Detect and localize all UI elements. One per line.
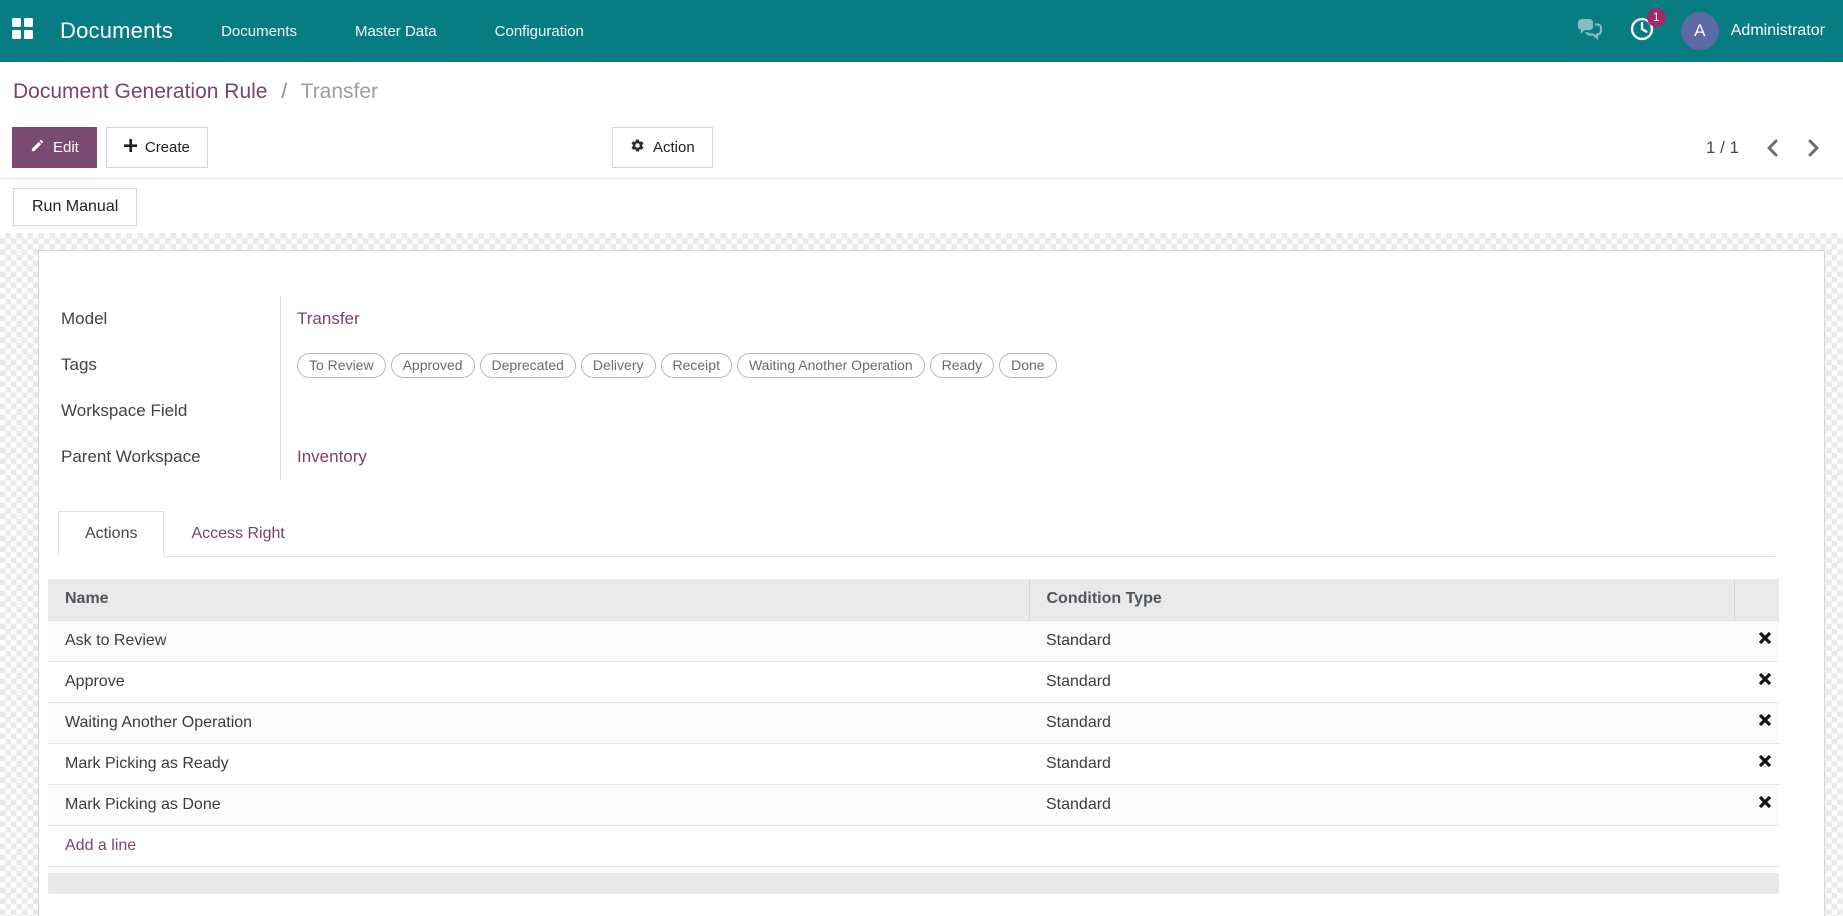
- status-button-bar: Run Manual: [0, 179, 1843, 233]
- field-values-column: Transfer To Review Approved Deprecated D…: [280, 296, 1824, 480]
- form-buttons: Edit Create: [12, 127, 208, 168]
- column-header-delete: [1733, 579, 1779, 620]
- activity-count-badge: 1: [1646, 7, 1666, 27]
- field-labels-column: Model Tags Workspace Field Parent Worksp…: [61, 296, 280, 480]
- add-a-line-link[interactable]: Add a line: [65, 837, 136, 854]
- delete-row-icon[interactable]: [1758, 795, 1772, 809]
- breadcrumb: Document Generation Rule / Transfer: [13, 80, 378, 104]
- cell-condition-type: Standard: [1029, 619, 1734, 661]
- tag-chip: Done: [999, 352, 1057, 378]
- field-value-parent-workspace-link[interactable]: Inventory: [297, 447, 367, 467]
- tab-actions[interactable]: Actions: [58, 511, 165, 557]
- action-menu-button[interactable]: Action: [612, 127, 713, 168]
- plus-icon: [123, 139, 137, 156]
- edit-button-label: Edit: [53, 139, 79, 156]
- run-manual-button[interactable]: Run Manual: [13, 188, 138, 226]
- horizontal-scrollbar[interactable]: [48, 872, 1779, 894]
- cell-name: Approve: [48, 660, 1029, 702]
- navbar-systray: 1 A Administrator: [1577, 7, 1843, 50]
- tag-chip: Delivery: [580, 352, 656, 378]
- cell-condition-type: Standard: [1029, 701, 1734, 743]
- field-label-tags: Tags: [61, 355, 97, 374]
- user-menu[interactable]: A Administrator: [1680, 12, 1825, 50]
- breadcrumb-parent-link[interactable]: Document Generation Rule: [13, 80, 267, 103]
- create-button[interactable]: Create: [105, 127, 208, 168]
- navbar-menu: Documents Master Data Configuration: [221, 23, 584, 40]
- app-name[interactable]: Documents: [60, 18, 173, 44]
- menu-item-master-data[interactable]: Master Data: [355, 23, 437, 40]
- menu-item-documents[interactable]: Documents: [221, 23, 297, 40]
- cell-name: Mark Picking as Done: [48, 783, 1029, 825]
- cell-condition-type: Standard: [1029, 742, 1734, 784]
- form-field-group: Model Tags Workspace Field Parent Worksp…: [61, 296, 1824, 480]
- tab-access-right[interactable]: Access Right: [164, 511, 311, 557]
- form-sheet: Model Tags Workspace Field Parent Worksp…: [38, 250, 1825, 916]
- table-row[interactable]: Waiting Another Operation Standard: [48, 701, 1779, 743]
- user-name: Administrator: [1730, 22, 1825, 39]
- tags-field: To Review Approved Deprecated Delivery R…: [297, 352, 1057, 378]
- apps-grid-icon: [12, 17, 34, 45]
- create-button-label: Create: [144, 139, 190, 156]
- messages-button[interactable]: [1577, 18, 1603, 45]
- tag-chip: Receipt: [660, 352, 732, 378]
- activities-button[interactable]: 1: [1629, 7, 1666, 47]
- table-row[interactable]: Mark Picking as Ready Standard: [48, 742, 1779, 784]
- column-header-name[interactable]: Name: [48, 579, 1029, 620]
- breadcrumb-current: Transfer: [300, 80, 379, 103]
- tag-chip: To Review: [297, 352, 386, 378]
- form-view-background: Model Tags Workspace Field Parent Worksp…: [0, 233, 1843, 916]
- table-row[interactable]: Approve Standard: [48, 660, 1779, 702]
- column-header-condition-type[interactable]: Condition Type: [1028, 579, 1734, 620]
- pager-next-icon[interactable]: [1807, 138, 1821, 158]
- pager-value: 1 / 1: [1705, 137, 1739, 157]
- pencil-icon: [30, 138, 45, 157]
- delete-row-icon[interactable]: [1758, 713, 1772, 727]
- chat-bubbles-icon: [1577, 18, 1603, 45]
- top-navbar: Documents Documents Master Data Configur…: [0, 0, 1843, 62]
- actions-list: Name Condition Type Ask to Review Standa…: [48, 579, 1779, 867]
- tag-chip: Deprecated: [479, 352, 576, 378]
- tag-chip: Ready: [929, 352, 995, 378]
- table-row[interactable]: Ask to Review Standard: [48, 619, 1779, 661]
- cell-name: Mark Picking as Ready: [48, 742, 1029, 784]
- pager: 1 / 1: [1706, 127, 1821, 168]
- breadcrumb-separator: /: [281, 80, 288, 103]
- table-row[interactable]: Mark Picking as Done Standard: [48, 783, 1779, 825]
- action-button-label: Action: [653, 139, 695, 156]
- control-panel: Document Generation Rule / Transfer Edit…: [0, 62, 1843, 178]
- gear-icon: [630, 138, 645, 157]
- apps-menu-button[interactable]: [0, 0, 46, 62]
- user-avatar: A: [1680, 12, 1719, 50]
- cell-name: Waiting Another Operation: [48, 701, 1029, 743]
- field-label-workspace-field: Workspace Field: [61, 401, 188, 420]
- notebook-tabs: Actions Access Right: [58, 511, 1775, 557]
- cell-condition-type: Standard: [1029, 783, 1734, 825]
- cell-name: Ask to Review: [48, 619, 1029, 661]
- delete-row-icon[interactable]: [1758, 754, 1772, 768]
- field-value-model-link[interactable]: Transfer: [297, 309, 360, 329]
- menu-item-configuration[interactable]: Configuration: [495, 23, 584, 40]
- edit-button[interactable]: Edit: [12, 127, 97, 168]
- cell-condition-type: Standard: [1029, 660, 1734, 702]
- pager-previous-icon[interactable]: [1765, 138, 1779, 158]
- delete-row-icon[interactable]: [1758, 672, 1772, 686]
- field-label-parent-workspace: Parent Workspace: [61, 447, 201, 466]
- field-label-model: Model: [61, 309, 108, 328]
- delete-row-icon[interactable]: [1758, 631, 1772, 645]
- tag-chip: Approved: [390, 352, 475, 378]
- tag-chip: Waiting Another Operation: [736, 352, 925, 378]
